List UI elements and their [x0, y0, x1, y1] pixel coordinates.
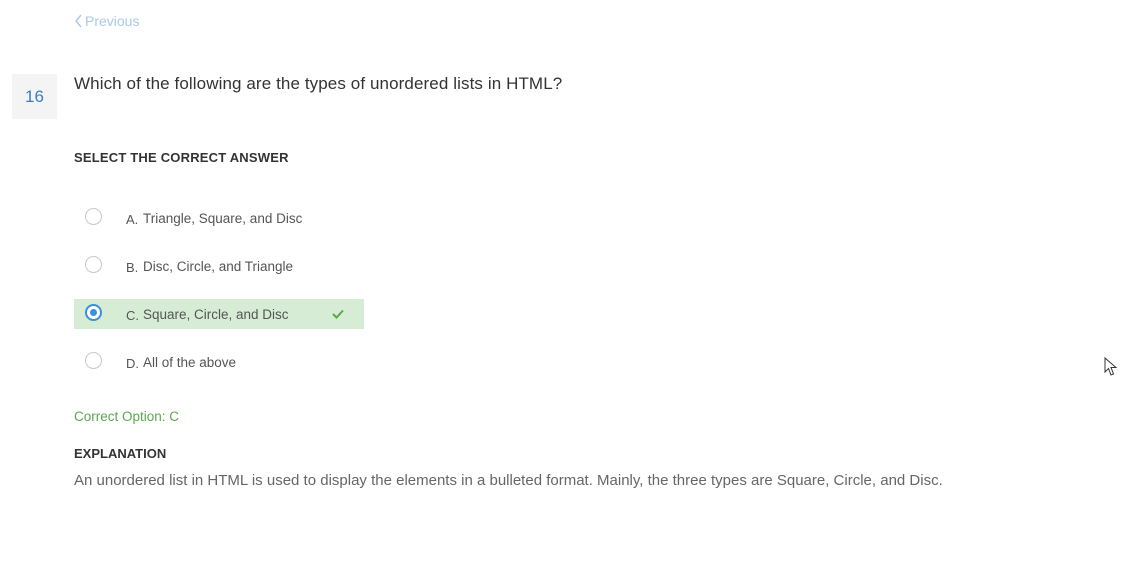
option-b-radio[interactable] — [85, 256, 102, 273]
answer-options: A. Triangle, Square, and Disc B. Disc, C… — [74, 203, 374, 395]
chevron-left-icon — [75, 14, 82, 28]
previous-link[interactable]: Previous — [74, 13, 139, 29]
option-c-radio[interactable] — [85, 304, 102, 321]
question-text: Which of the following are the types of … — [74, 74, 563, 93]
option-a-radio[interactable] — [85, 208, 102, 225]
select-answer-heading: SELECT THE CORRECT ANSWER — [74, 150, 289, 165]
quiz-page: Previous 16 Which of the following are t… — [0, 0, 1122, 564]
option-d-text: All of the above — [143, 355, 237, 370]
option-c-letter: C. — [126, 308, 139, 323]
option-d-radio[interactable] — [85, 352, 102, 369]
checkmark-icon — [332, 309, 344, 319]
mouse-cursor-icon — [1104, 357, 1117, 376]
option-a[interactable]: A. Triangle, Square, and Disc — [74, 203, 364, 233]
option-d-letter: D. — [126, 356, 139, 371]
option-d[interactable]: D. All of the above — [74, 347, 364, 377]
explanation-text: An unordered list in HTML is used to dis… — [74, 472, 943, 489]
option-c-text: Square, Circle, and Disc — [143, 307, 289, 322]
option-a-text: Triangle, Square, and Disc — [143, 211, 303, 226]
option-b-text: Disc, Circle, and Triangle — [143, 259, 294, 274]
option-b-letter: B. — [126, 260, 139, 275]
explanation-heading: EXPLANATION — [74, 446, 167, 461]
option-c[interactable]: C. Square, Circle, and Disc — [74, 299, 364, 329]
previous-link-label: Previous — [85, 13, 140, 29]
option-a-letter: A. — [126, 212, 139, 227]
correct-option-text: Correct Option: C — [74, 409, 180, 424]
question-number-badge: 16 — [12, 74, 57, 119]
option-b[interactable]: B. Disc, Circle, and Triangle — [74, 251, 364, 281]
